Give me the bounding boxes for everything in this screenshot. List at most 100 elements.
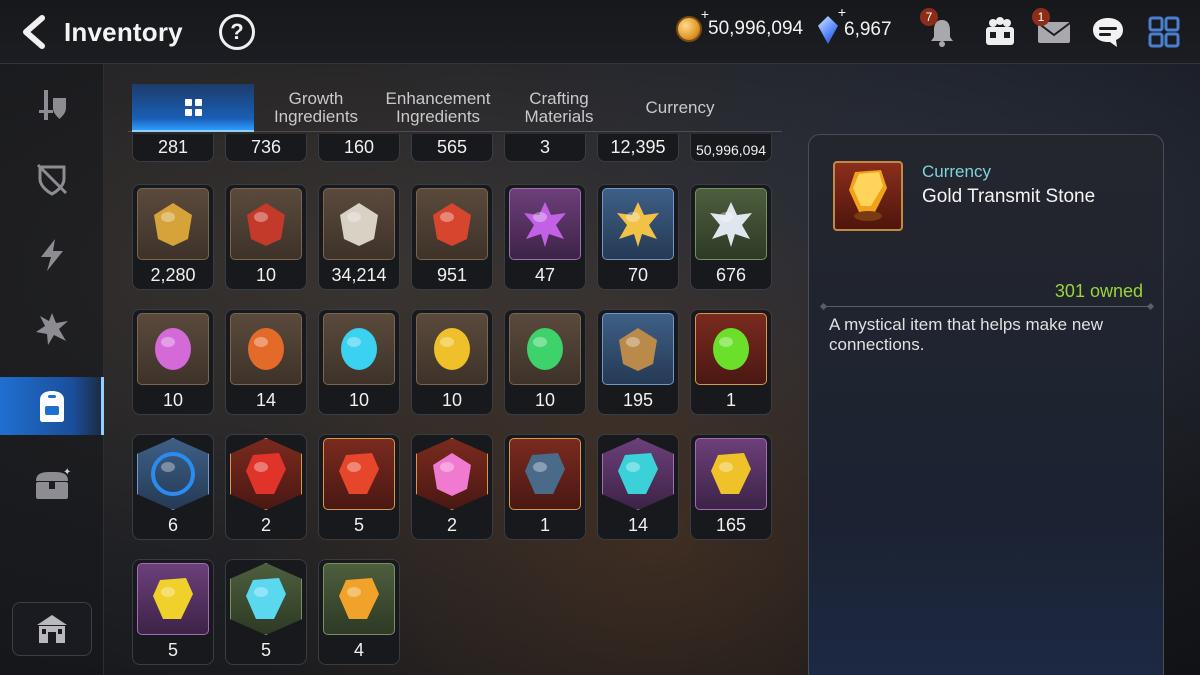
inventory-slot[interactable]: 12,395 <box>597 134 679 162</box>
mail-button[interactable]: 1 <box>1032 8 1074 52</box>
inventory-slot[interactable]: 5 <box>318 434 400 540</box>
yellow-hammer-stone-icon <box>711 453 751 494</box>
back-arrow-icon <box>23 15 45 49</box>
crystal-currency[interactable]: 6,967 <box>818 4 892 44</box>
inventory-slot[interactable]: 736 <box>225 134 307 162</box>
item-thumbnail <box>230 563 302 635</box>
backpack-icon <box>40 391 64 422</box>
inventory-slot[interactable]: 565 <box>411 134 493 162</box>
grid-icon <box>184 98 202 116</box>
gold-coin-icon <box>676 6 709 42</box>
inventory-slot[interactable]: 1 <box>504 434 586 540</box>
item-thumbnail <box>230 438 302 510</box>
red-hammer-stone-icon <box>339 453 379 494</box>
tab-all[interactable] <box>132 84 254 132</box>
sidebar-item-inventory[interactable] <box>0 377 104 435</box>
inventory-slot[interactable]: 951 <box>411 184 493 290</box>
yellow-rune-icon <box>434 328 470 370</box>
sidebar-item-storage[interactable]: ✦ <box>0 456 104 514</box>
sidebar-item-runes[interactable] <box>0 300 104 358</box>
treasure-chest-icon: ✦ <box>36 467 71 499</box>
item-count: 165 <box>715 515 747 535</box>
inventory-slot[interactable]: 676 <box>690 184 772 290</box>
gold-currency[interactable]: 50,996,094 <box>676 6 803 42</box>
sidebar-item-skills[interactable] <box>0 226 104 284</box>
item-thumbnail <box>323 438 395 510</box>
category-tabs: Growth Ingredients Enhancement Ingredien… <box>128 84 782 132</box>
item-thumbnail <box>230 313 302 385</box>
team-button[interactable] <box>980 12 1020 52</box>
item-thumbnail <box>137 438 209 510</box>
inventory-slot[interactable]: 5 <box>132 559 214 665</box>
war-banner-icon <box>247 203 285 246</box>
inventory-slot[interactable]: 70 <box>597 184 679 290</box>
notification-button[interactable]: 7 <box>920 8 962 52</box>
item-description: A mystical item that helps make new conn… <box>829 315 1104 354</box>
inventory-slot[interactable]: 2,280 <box>132 184 214 290</box>
inventory-slot[interactable]: 2 <box>225 434 307 540</box>
yellow-bolt-stone-icon <box>153 578 193 619</box>
item-count: 676 <box>715 265 747 285</box>
inventory-slot[interactable]: 3 <box>504 134 586 162</box>
red-charm-icon <box>246 453 286 494</box>
broken-shield-icon <box>36 163 68 196</box>
inventory-slot[interactable]: 5 <box>225 559 307 665</box>
inventory-slot[interactable]: 14 <box>597 434 679 540</box>
item-count: 4 <box>353 640 364 660</box>
inventory-slot[interactable]: 10 <box>132 309 214 415</box>
inventory-slot[interactable]: 50,996,094 <box>690 134 772 162</box>
inventory-grid: 281 736 160 565 3 12,395 50,996,094 2,280 10 34,2… <box>128 134 782 675</box>
item-count: 10 <box>162 390 184 410</box>
sidebar: ✦ <box>0 64 104 675</box>
item-thumbnail <box>137 563 209 635</box>
item-count: 281 <box>157 137 189 157</box>
detail-divider <box>823 306 1151 307</box>
inventory-slot[interactable]: 1 <box>690 309 772 415</box>
item-thumbnail <box>602 188 674 260</box>
chat-button[interactable] <box>1088 12 1128 52</box>
item-count: 14 <box>255 390 277 410</box>
blue-sigil-icon <box>151 452 195 496</box>
item-thumbnail <box>509 188 581 260</box>
inventory-slot[interactable]: 14 <box>225 309 307 415</box>
orange-rune-icon <box>248 328 284 370</box>
inventory-slot[interactable]: 6 <box>132 434 214 540</box>
inventory-slot[interactable]: 10 <box>411 309 493 415</box>
inventory-slot[interactable]: 10 <box>318 309 400 415</box>
tab-currency[interactable]: Currency <box>622 84 738 132</box>
rune-shard-icon <box>36 313 68 345</box>
item-count: 1 <box>725 390 736 410</box>
inventory-slot[interactable]: 165 <box>690 434 772 540</box>
item-detail-panel: Currency Gold Transmit Stone 301 owned A… <box>808 134 1164 675</box>
item-count: 10 <box>534 390 556 410</box>
tab-growth-ingredients[interactable]: Growth Ingredients <box>264 84 368 132</box>
tab-crafting-materials[interactable]: Crafting Materials <box>508 84 610 132</box>
cyan-rune-icon <box>341 328 377 370</box>
inventory-slot[interactable]: 160 <box>318 134 400 162</box>
cyan-charm-icon <box>618 453 658 494</box>
item-count: 160 <box>343 137 375 157</box>
back-button[interactable] <box>18 14 50 50</box>
inventory-slot[interactable]: 4 <box>318 559 400 665</box>
item-thumbnail <box>509 438 581 510</box>
inventory-slot[interactable]: 281 <box>132 134 214 162</box>
inventory-slot[interactable]: 10 <box>504 309 586 415</box>
guild-hall-button[interactable] <box>12 602 92 656</box>
item-owned-count: 301 owned <box>1054 281 1143 301</box>
blue-rune-stone-icon <box>525 453 565 494</box>
item-thumbnail <box>695 313 767 385</box>
inventory-slot[interactable]: 10 <box>225 184 307 290</box>
inventory-slot[interactable]: 195 <box>597 309 679 415</box>
tab-enhancement-ingredients[interactable]: Enhancement Ingredients <box>378 84 498 132</box>
inventory-slot[interactable]: 34,214 <box>318 184 400 290</box>
inventory-slot[interactable]: 47 <box>504 184 586 290</box>
item-count: 951 <box>436 265 468 285</box>
item-count: 195 <box>622 390 654 410</box>
sidebar-item-equipment[interactable] <box>0 76 104 134</box>
sidebar-item-artifacts[interactable] <box>0 150 104 208</box>
main-menu-button[interactable] <box>1144 12 1184 52</box>
item-count: 5 <box>167 640 178 660</box>
fist-emblem-icon <box>154 203 192 246</box>
help-button[interactable]: ? <box>219 14 255 50</box>
inventory-slot[interactable]: 2 <box>411 434 493 540</box>
